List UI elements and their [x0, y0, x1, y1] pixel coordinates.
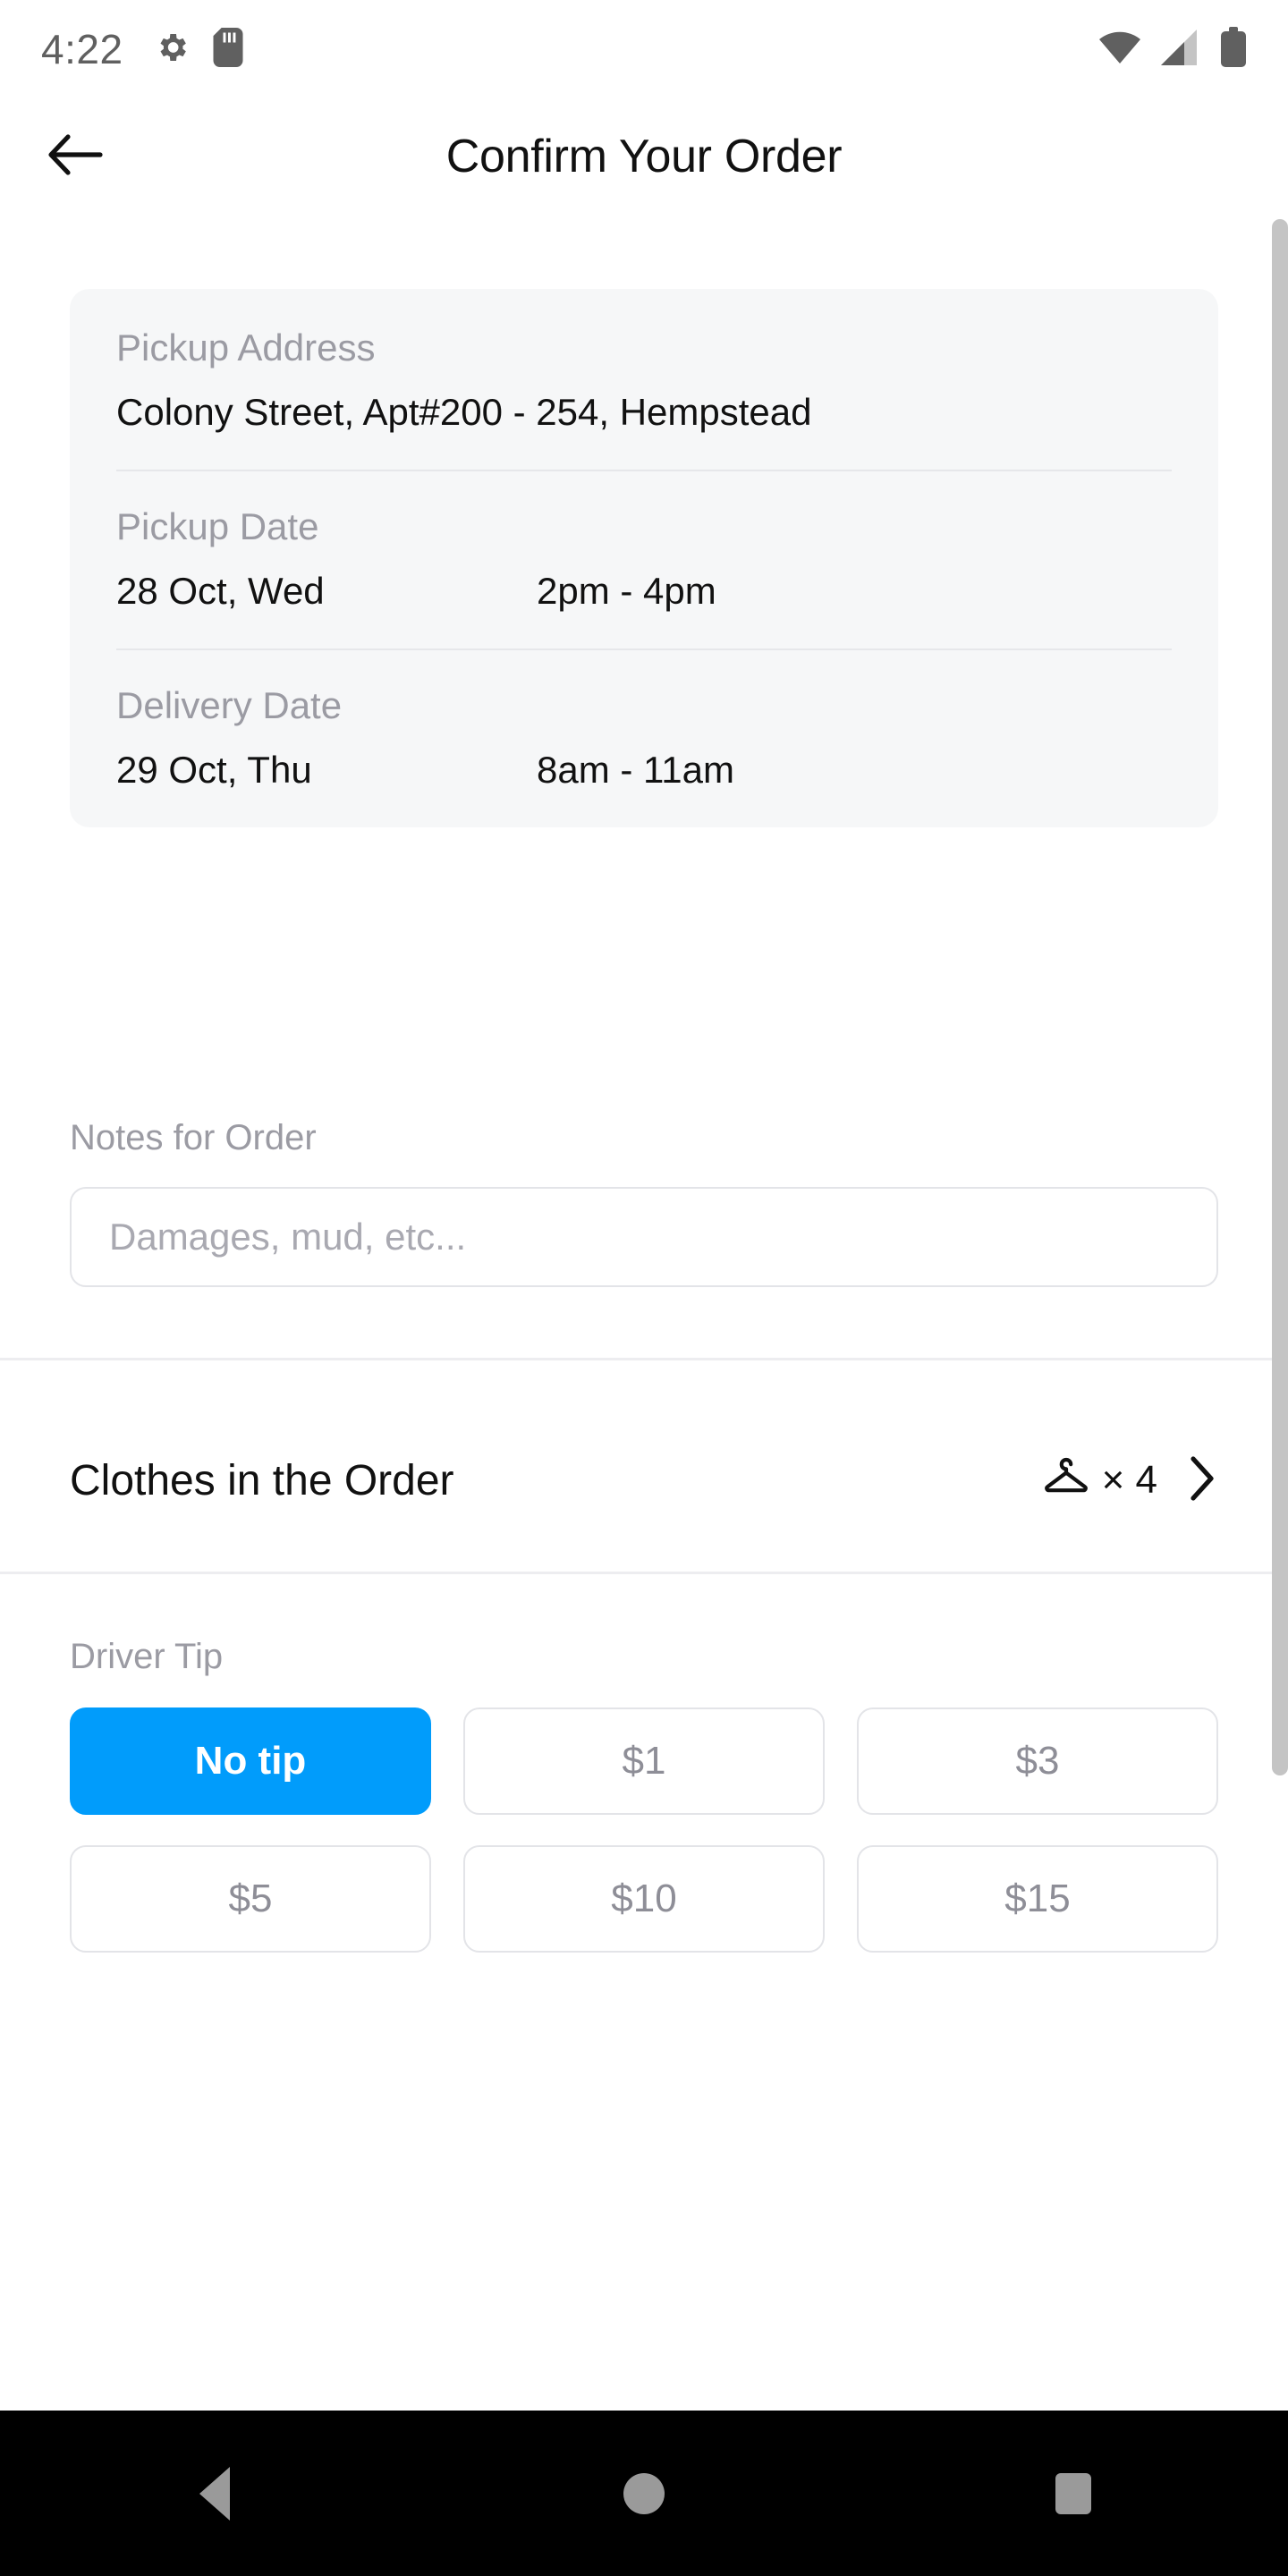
nav-recents-button[interactable]	[1002, 2440, 1145, 2547]
status-bar-clock: 4:22	[41, 26, 123, 72]
tip-option-10[interactable]: $10	[463, 1845, 825, 1953]
driver-tip-section: Driver Tip No tip $1 $3 $5 $10 $15	[70, 1637, 1218, 1953]
clothes-hanger-icon	[1043, 1453, 1089, 1509]
driver-tip-options: No tip $1 $3 $5 $10 $15	[70, 1707, 1218, 1953]
tip-option-no-tip[interactable]: No tip	[70, 1707, 431, 1815]
clothes-count-text: × 4	[1101, 1458, 1157, 1502]
wifi-icon	[1098, 30, 1141, 70]
order-details-card: Pickup Address Colony Street, Apt#200 - …	[70, 289, 1218, 827]
nav-home-icon	[623, 2472, 665, 2514]
clothes-in-order-row[interactable]: Clothes in the Order × 4	[0, 1409, 1288, 1552]
tip-option-1[interactable]: $1	[463, 1707, 825, 1815]
section-divider-top	[0, 1358, 1288, 1360]
page-title: Confirm Your Order	[445, 131, 843, 182]
order-scroll-container[interactable]: Pickup Address Colony Street, Apt#200 - …	[0, 215, 1288, 2039]
pickup-date-label: Pickup Date	[116, 505, 319, 547]
vertical-scrollbar[interactable]	[1272, 219, 1288, 1775]
nav-recents-icon	[1055, 2472, 1091, 2514]
status-bar-left-icons	[154, 27, 243, 72]
notes-label: Notes for Order	[70, 1118, 317, 1157]
tip-option-3[interactable]: $3	[857, 1707, 1218, 1815]
nav-back-icon	[199, 2466, 230, 2521]
sd-card-icon	[213, 27, 243, 72]
delivery-date-block: Delivery Date 29 Oct, Thu 8am - 11am	[116, 684, 1172, 792]
notes-section: Notes for Order	[70, 1118, 1218, 1287]
back-button[interactable]	[36, 116, 116, 197]
delivery-time-value: 8am - 11am	[537, 749, 734, 791]
cellular-signal-icon	[1161, 29, 1200, 70]
pickup-address-label: Pickup Address	[116, 326, 376, 369]
notes-input[interactable]	[70, 1187, 1218, 1287]
app-screen: 4:22 Confirm Your Order Pickup Address C…	[0, 0, 1288, 2576]
tip-option-15[interactable]: $15	[857, 1845, 1218, 1953]
card-divider-2	[116, 648, 1172, 650]
clothes-count-group: × 4	[1043, 1453, 1157, 1509]
delivery-date-label: Delivery Date	[116, 684, 343, 726]
battery-icon	[1220, 26, 1247, 72]
clothes-in-order-label: Clothes in the Order	[70, 1456, 454, 1504]
pickup-time-value: 2pm - 4pm	[537, 570, 716, 612]
status-bar-right-icons	[1098, 26, 1247, 72]
card-divider-1	[116, 470, 1172, 471]
status-bar: 4:22	[0, 0, 1288, 98]
android-nav-bar	[0, 2411, 1288, 2576]
pickup-address-block: Pickup Address Colony Street, Apt#200 - …	[116, 326, 1172, 434]
section-divider-bottom	[0, 1572, 1288, 1574]
pickup-date-block: Pickup Date 28 Oct, Wed 2pm - 4pm	[116, 505, 1172, 613]
pickup-date-value: 28 Oct, Wed	[116, 570, 325, 612]
chevron-right-icon	[1188, 1453, 1218, 1508]
nav-back-button[interactable]	[143, 2440, 286, 2547]
pickup-address-value: Colony Street, Apt#200 - 254, Hempstead	[116, 391, 812, 433]
delivery-date-value: 29 Oct, Thu	[116, 749, 312, 791]
nav-home-button[interactable]	[572, 2440, 716, 2547]
app-header: Confirm Your Order	[0, 98, 1288, 215]
arrow-left-icon	[47, 131, 106, 182]
tip-option-5[interactable]: $5	[70, 1845, 431, 1953]
gear-icon	[154, 30, 190, 70]
driver-tip-label: Driver Tip	[70, 1637, 224, 1676]
